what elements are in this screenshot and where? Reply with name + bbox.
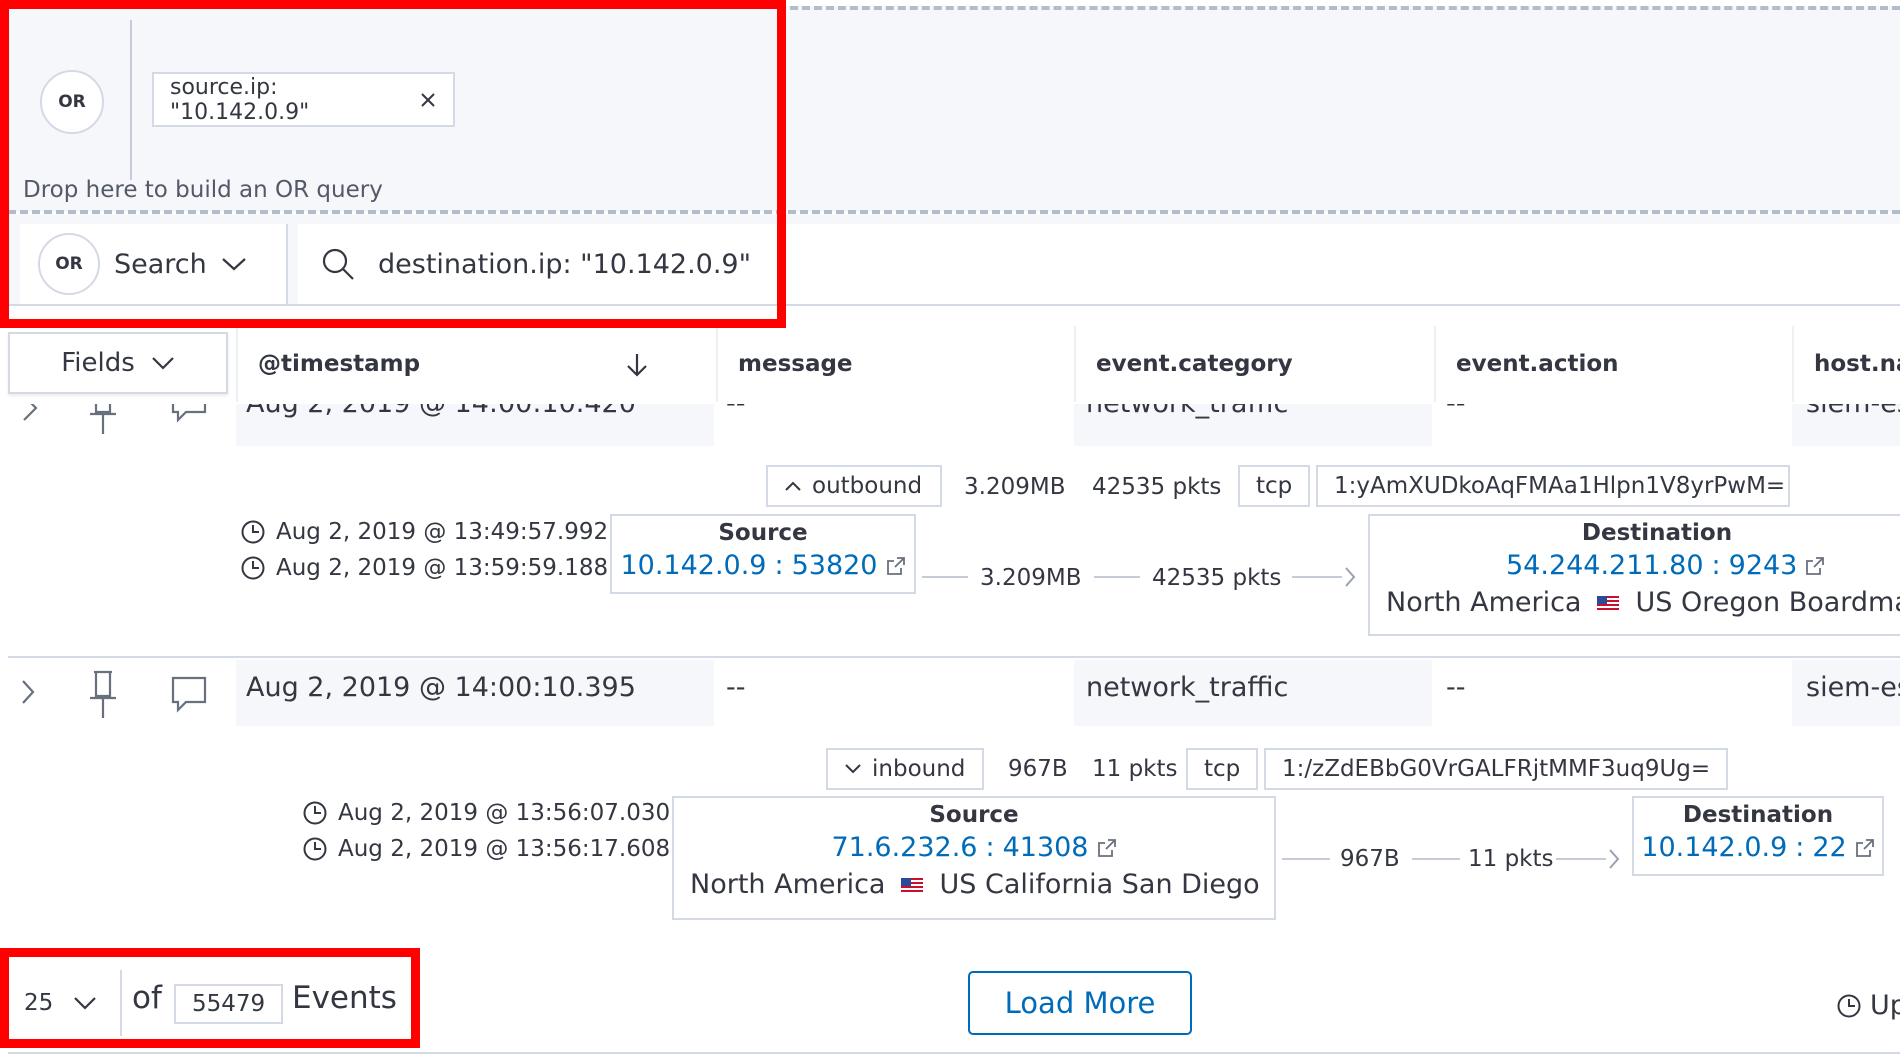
- destination-port-link[interactable]: 9243: [1729, 550, 1798, 581]
- transport-badge[interactable]: tcp: [1238, 465, 1311, 507]
- clock-icon: [302, 800, 328, 826]
- chevron-down-icon: [151, 356, 175, 370]
- source-title: Source: [929, 802, 1019, 828]
- cell-event-category: network_traffic: [1086, 404, 1288, 419]
- destination-continent: North America: [1386, 587, 1582, 618]
- direction-badge[interactable]: inbound: [826, 748, 984, 790]
- cell-message: --: [726, 672, 746, 703]
- us-flag-icon: [1597, 595, 1620, 610]
- updated-indicator: Up: [1836, 990, 1900, 1021]
- column-header-label: event.action: [1456, 351, 1619, 377]
- source-port-link[interactable]: 41308: [1003, 832, 1089, 863]
- destination-port-link[interactable]: 22: [1812, 832, 1846, 863]
- chevron-down-icon: [844, 763, 862, 775]
- cell-message: --: [726, 404, 746, 419]
- annotation-box-footer: [0, 948, 420, 1048]
- flow-packets: 42535 pkts: [1152, 565, 1282, 591]
- destination-box: Destination 54.244.211.80 : 9243 North A…: [1368, 514, 1900, 636]
- bytes-value: 967B: [1008, 756, 1068, 782]
- destination-ip-link[interactable]: 10.142.0.9: [1641, 832, 1787, 863]
- source-title: Source: [718, 520, 808, 546]
- column-header-label: event.category: [1096, 351, 1293, 377]
- clock-icon: [240, 519, 266, 545]
- fields-button[interactable]: Fields: [8, 332, 228, 394]
- us-flag-icon: [901, 877, 924, 892]
- drop-zone-top-border: [790, 6, 1900, 10]
- fields-button-label: Fields: [61, 348, 135, 378]
- cell-timestamp: Aug 2, 2019 @ 14:00:10.420: [246, 404, 636, 419]
- external-link-icon[interactable]: [1855, 838, 1875, 858]
- community-id-badge[interactable]: 1:yAmXUDkoAqFMAa1Hlpn1V8yrPwM=: [1316, 465, 1790, 507]
- destination-box: Destination 10.142.0.9 : 22: [1632, 796, 1884, 876]
- expand-chevron-icon[interactable]: [20, 404, 40, 428]
- cell-host-name: siem-es: [1806, 404, 1900, 419]
- column-header-event-category[interactable]: event.category: [1074, 326, 1432, 402]
- sort-descending-icon[interactable]: [624, 352, 650, 378]
- start-timestamp: Aug 2, 2019 @ 13:56:07.030: [302, 800, 670, 826]
- cell-host-name: siem-es: [1806, 672, 1900, 703]
- table-row[interactable]: Aug 2, 2019 @ 14:00:10.395 -- network_tr…: [0, 660, 1900, 728]
- annotation-box-query: [0, 0, 786, 328]
- arrow-right-icon: [1608, 848, 1620, 870]
- table-row[interactable]: Aug 2, 2019 @ 14:00:10.420 -- network_tr…: [0, 404, 1900, 446]
- external-link-icon[interactable]: [1097, 838, 1117, 858]
- column-header-label: host.na: [1814, 351, 1900, 377]
- column-header-label: message: [738, 351, 853, 377]
- packets-value: 11 pkts: [1092, 756, 1178, 782]
- flow-bytes: 3.209MB: [980, 565, 1082, 591]
- cell-event-action: --: [1446, 404, 1466, 419]
- source-ip-link[interactable]: 71.6.232.6: [831, 832, 977, 863]
- column-header-timestamp[interactable]: @timestamp: [236, 326, 714, 402]
- external-link-icon[interactable]: [1805, 556, 1825, 576]
- source-continent: North America: [690, 869, 886, 900]
- packets-value: 42535 pkts: [1092, 474, 1222, 500]
- arrow-right-icon: [1344, 566, 1356, 588]
- cell-timestamp: Aug 2, 2019 @ 14:00:10.395: [246, 672, 636, 703]
- clock-icon: [302, 836, 328, 862]
- end-timestamp: Aug 2, 2019 @ 13:56:17.608: [302, 836, 670, 862]
- bytes-value: 3.209MB: [964, 474, 1066, 500]
- transport-badge[interactable]: tcp: [1186, 748, 1259, 790]
- cell-event-action: --: [1446, 672, 1466, 703]
- clock-icon: [240, 555, 266, 581]
- column-header-message[interactable]: message: [716, 326, 1072, 402]
- comment-icon[interactable]: [170, 674, 208, 714]
- destination-geo: US Oregon Boardma: [1635, 587, 1900, 618]
- column-header-host-name[interactable]: host.na: [1792, 326, 1900, 402]
- pin-icon[interactable]: [86, 668, 120, 722]
- source-geo: US California San Diego: [939, 869, 1260, 900]
- clock-icon: [1836, 993, 1862, 1019]
- cell-event-category: network_traffic: [1086, 672, 1289, 703]
- destination-ip-link[interactable]: 54.244.211.80: [1506, 550, 1704, 581]
- start-timestamp: Aug 2, 2019 @ 13:49:57.992: [240, 519, 608, 545]
- chevron-up-icon: [784, 480, 802, 492]
- external-link-icon[interactable]: [886, 556, 906, 576]
- flow-packets: 11 pkts: [1468, 846, 1554, 872]
- column-header-label: @timestamp: [258, 351, 421, 377]
- source-box: Source 10.142.0.9 : 53820: [610, 514, 916, 594]
- destination-title: Destination: [1581, 520, 1733, 546]
- flow-bytes: 967B: [1340, 846, 1400, 872]
- end-timestamp: Aug 2, 2019 @ 13:59:59.188: [240, 555, 608, 581]
- source-port-link[interactable]: 53820: [792, 550, 878, 581]
- expand-chevron-icon[interactable]: [20, 678, 36, 706]
- load-more-button[interactable]: Load More: [968, 971, 1192, 1035]
- community-id-badge[interactable]: 1:/zZdEBbG0VrGALFRjtMMF3uq9Ug=: [1264, 748, 1728, 790]
- destination-title: Destination: [1682, 802, 1834, 828]
- source-ip-link[interactable]: 10.142.0.9: [620, 550, 766, 581]
- comment-icon[interactable]: [170, 404, 208, 424]
- source-box: Source 71.6.232.6 : 41308 North America …: [672, 796, 1276, 920]
- direction-badge[interactable]: outbound: [766, 465, 942, 507]
- column-header-event-action[interactable]: event.action: [1434, 326, 1790, 402]
- pin-icon[interactable]: [86, 404, 120, 438]
